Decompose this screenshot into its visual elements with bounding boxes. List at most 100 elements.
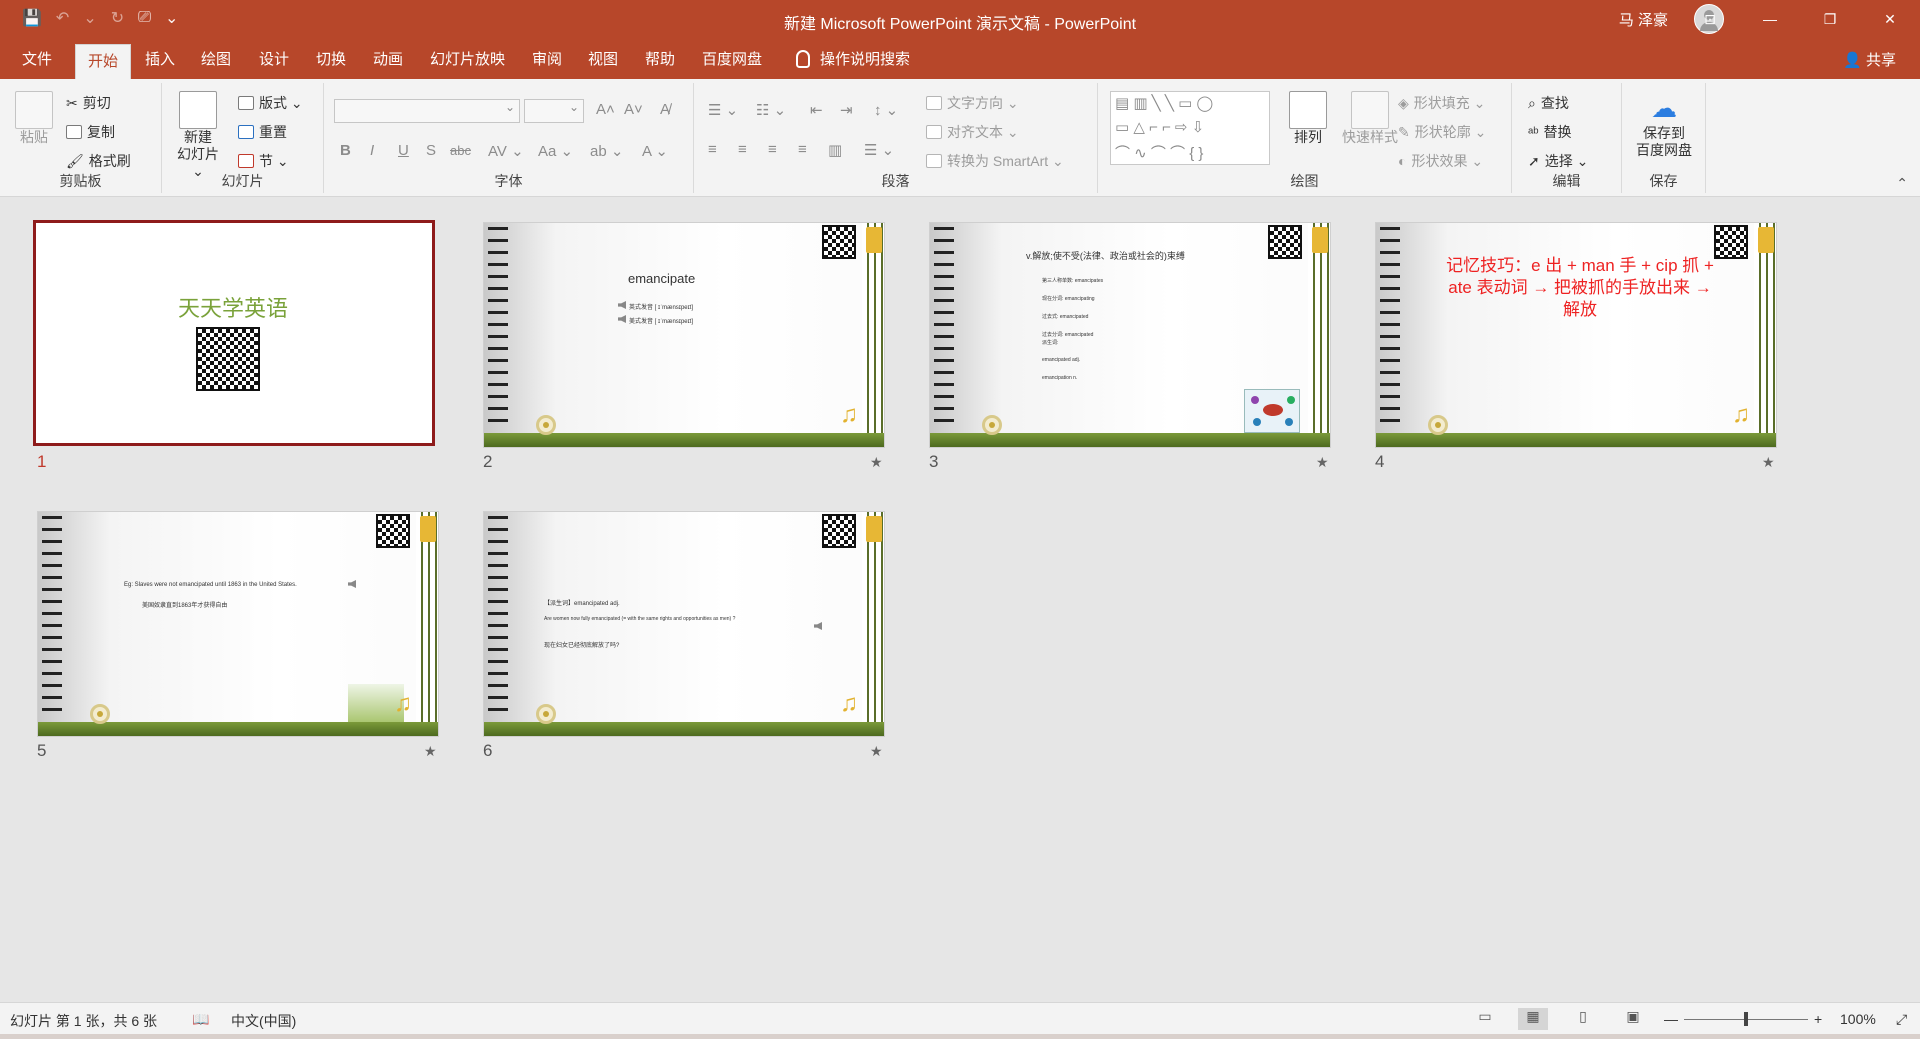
character-spacing-button[interactable]: AV ⌄ [488, 142, 524, 160]
user-name[interactable]: 马 泽豪 [1619, 9, 1668, 30]
arrange-button[interactable]: 排列 [1284, 91, 1332, 146]
collapse-ribbon-icon[interactable]: ⌃ [1896, 175, 1908, 192]
cut-button[interactable]: ✂ 剪切 [66, 93, 111, 113]
spelling-check-icon[interactable]: 📖 [192, 1011, 209, 1028]
share-button[interactable]: 👤 共享 [1843, 49, 1896, 70]
search-icon: ⌕ [1528, 94, 1536, 111]
fit-to-window-icon[interactable]: ⤢ [1896, 1011, 1907, 1028]
grass-decoration [38, 722, 438, 736]
arrange-icon [1289, 91, 1327, 129]
tab-design[interactable]: 设计 [259, 48, 289, 69]
strikethrough-button[interactable]: abc [450, 143, 471, 158]
paste-button[interactable]: 粘贴 [14, 91, 54, 146]
clear-formatting-button[interactable]: A̸ [660, 101, 670, 118]
italic-button[interactable]: I [370, 142, 374, 159]
align-right-icon[interactable]: ≡ [768, 141, 777, 158]
slide-sorter-view-icon[interactable]: ▦ [1518, 1008, 1548, 1030]
font-color-button[interactable]: A ⌄ [642, 142, 668, 160]
animation-star-icon[interactable]: ★ [870, 454, 883, 471]
text-direction-button[interactable]: 文字方向 ⌄ [926, 93, 1019, 113]
layout-button[interactable]: 版式 ⌄ [238, 93, 303, 113]
quick-styles-button[interactable]: 快速样式 [1338, 91, 1402, 146]
save-label-2: 百度网盘 [1636, 142, 1692, 158]
decrease-indent-icon[interactable]: ⇤ [810, 101, 823, 119]
shrink-font-button[interactable]: A˅ [624, 101, 643, 118]
copy-button[interactable]: 复制 [66, 122, 115, 142]
shadow-button[interactable]: S [426, 142, 436, 159]
tell-me-search[interactable]: 操作说明搜索 [796, 48, 910, 69]
highlight-button[interactable]: ab ⌄ [590, 142, 623, 160]
free-shape-icon: ⌒ ∿ ⌒ ⌒ { } [1115, 145, 1204, 162]
grow-font-button[interactable]: A˄ [596, 101, 615, 118]
tab-file[interactable]: 文件 [22, 48, 52, 69]
tab-baidu-netdisk[interactable]: 百度网盘 [702, 48, 762, 69]
slideshow-view-icon[interactable]: ▣ [1618, 1008, 1648, 1030]
zoom-level[interactable]: 100% [1840, 1011, 1876, 1027]
save-to-netdisk-button[interactable]: ☁ 保存到 百度网盘 [1630, 91, 1698, 159]
slide-thumbnail-2[interactable]: emancipate 英式发音 [ ɪˈmænsɪpeɪt] 美式发音 [ ɪˈ… [483, 222, 885, 448]
reading-view-icon[interactable]: ▯ [1568, 1008, 1598, 1030]
normal-view-icon[interactable]: ▭ [1470, 1008, 1500, 1030]
underline-button[interactable]: U [398, 142, 409, 159]
minimize-button[interactable]: — [1740, 0, 1800, 39]
section-button[interactable]: 节 ⌄ [238, 151, 289, 171]
line-spacing-icon[interactable]: ↕ ⌄ [874, 101, 898, 119]
slides-group-label: 幻灯片 [221, 173, 264, 189]
shapes-gallery[interactable]: ▤ ▥ ╲ ╲ ▭ ◯ ▭ △ ⌐ ⌐ ⇨ ⇩ ⌒ ∿ ⌒ ⌒ { } [1110, 91, 1270, 165]
columns-icon[interactable]: ▥ [828, 141, 842, 159]
ribbon-display-options-button[interactable]: ⊡ [1680, 0, 1740, 39]
tab-animations[interactable]: 动画 [373, 48, 403, 69]
bold-button[interactable]: B [340, 142, 351, 159]
restore-button[interactable]: ❐ [1800, 0, 1860, 39]
slide-thumbnail-5[interactable]: Eg: Slaves were not emancipated until 18… [37, 511, 439, 737]
shape-outline-button[interactable]: ✎ 形状轮廓 ⌄ [1398, 122, 1486, 142]
change-case-button[interactable]: Aa ⌄ [538, 142, 573, 160]
slide-thumbnail-3[interactable]: v.解放;使不受(法律、政治或社会的)束缚 第三人称单数: emancipate… [929, 222, 1331, 448]
flower-decoration [90, 704, 110, 724]
align-center-icon[interactable]: ≡ [738, 141, 747, 158]
font-name-combo[interactable] [334, 99, 520, 123]
slide-thumbnail-4[interactable]: 记忆技巧：e 出 + man 手 + cip 抓 + ate 表动词 → 把被抓… [1375, 222, 1777, 448]
numbering-icon[interactable]: ☷ ⌄ [756, 101, 786, 119]
animation-star-icon[interactable]: ★ [424, 743, 437, 760]
replace-button[interactable]: ᵃᵇ 替换 [1528, 122, 1572, 142]
bullets-icon[interactable]: ☰ ⌄ [708, 101, 738, 119]
tab-draw[interactable]: 绘图 [201, 48, 231, 69]
tab-view[interactable]: 视图 [588, 48, 618, 69]
align-left-icon[interactable]: ≡ [708, 141, 717, 158]
select-button[interactable]: ➚ 选择 ⌄ [1528, 151, 1588, 171]
align-distribute-icon[interactable]: ☰ ⌄ [864, 141, 894, 159]
increase-indent-icon[interactable]: ⇥ [840, 101, 853, 119]
convert-smartart-button[interactable]: 转换为 SmartArt ⌄ [926, 151, 1064, 171]
language-status[interactable]: 中文(中国) [231, 1011, 296, 1031]
tab-insert[interactable]: 插入 [145, 48, 175, 69]
pen-icon: ✎ [1398, 123, 1410, 140]
tab-help[interactable]: 帮助 [645, 48, 675, 69]
animation-star-icon[interactable]: ★ [1316, 454, 1329, 471]
close-button[interactable]: ✕ [1860, 0, 1920, 39]
tab-review[interactable]: 审阅 [532, 48, 562, 69]
find-button[interactable]: ⌕ 查找 [1528, 93, 1569, 113]
shape-fill-button[interactable]: ◈ 形状填充 ⌄ [1398, 93, 1485, 113]
cartoon-image [1244, 389, 1300, 433]
new-slide-button[interactable]: 新建 幻灯片 ⌄ [170, 91, 226, 180]
justify-icon[interactable]: ≡ [798, 141, 807, 158]
ribbon-tabs: 文件 开始 插入 绘图 设计 切换 动画 幻灯片放映 审阅 视图 帮助 百度网盘… [0, 39, 1920, 79]
format-painter-button[interactable]: 🖌 格式刷 [66, 151, 131, 171]
animation-star-icon[interactable]: ★ [1762, 454, 1775, 471]
slide-thumbnail-1[interactable]: 天天学英语 [33, 220, 435, 446]
tab-slideshow[interactable]: 幻灯片放映 [430, 48, 505, 69]
shape-effects-button[interactable]: ◐ 形状效果 ⌄ [1398, 151, 1483, 171]
format-painter-label: 格式刷 [88, 153, 131, 169]
tab-home[interactable]: 开始 [75, 44, 132, 79]
reset-button[interactable]: 重置 [238, 122, 287, 142]
zoom-out-button[interactable]: — [1664, 1011, 1678, 1027]
zoom-slider-thumb[interactable] [1744, 1012, 1748, 1026]
zoom-in-button[interactable]: + [1814, 1011, 1822, 1027]
tab-transitions[interactable]: 切换 [316, 48, 346, 69]
align-text-button[interactable]: 对齐文本 ⌄ [926, 122, 1019, 142]
page-edges [862, 223, 884, 447]
animation-star-icon[interactable]: ★ [870, 743, 883, 760]
slide-thumbnail-6[interactable]: 【派生词】emancipated adj. Are women now full… [483, 511, 885, 737]
font-size-combo[interactable] [524, 99, 584, 123]
